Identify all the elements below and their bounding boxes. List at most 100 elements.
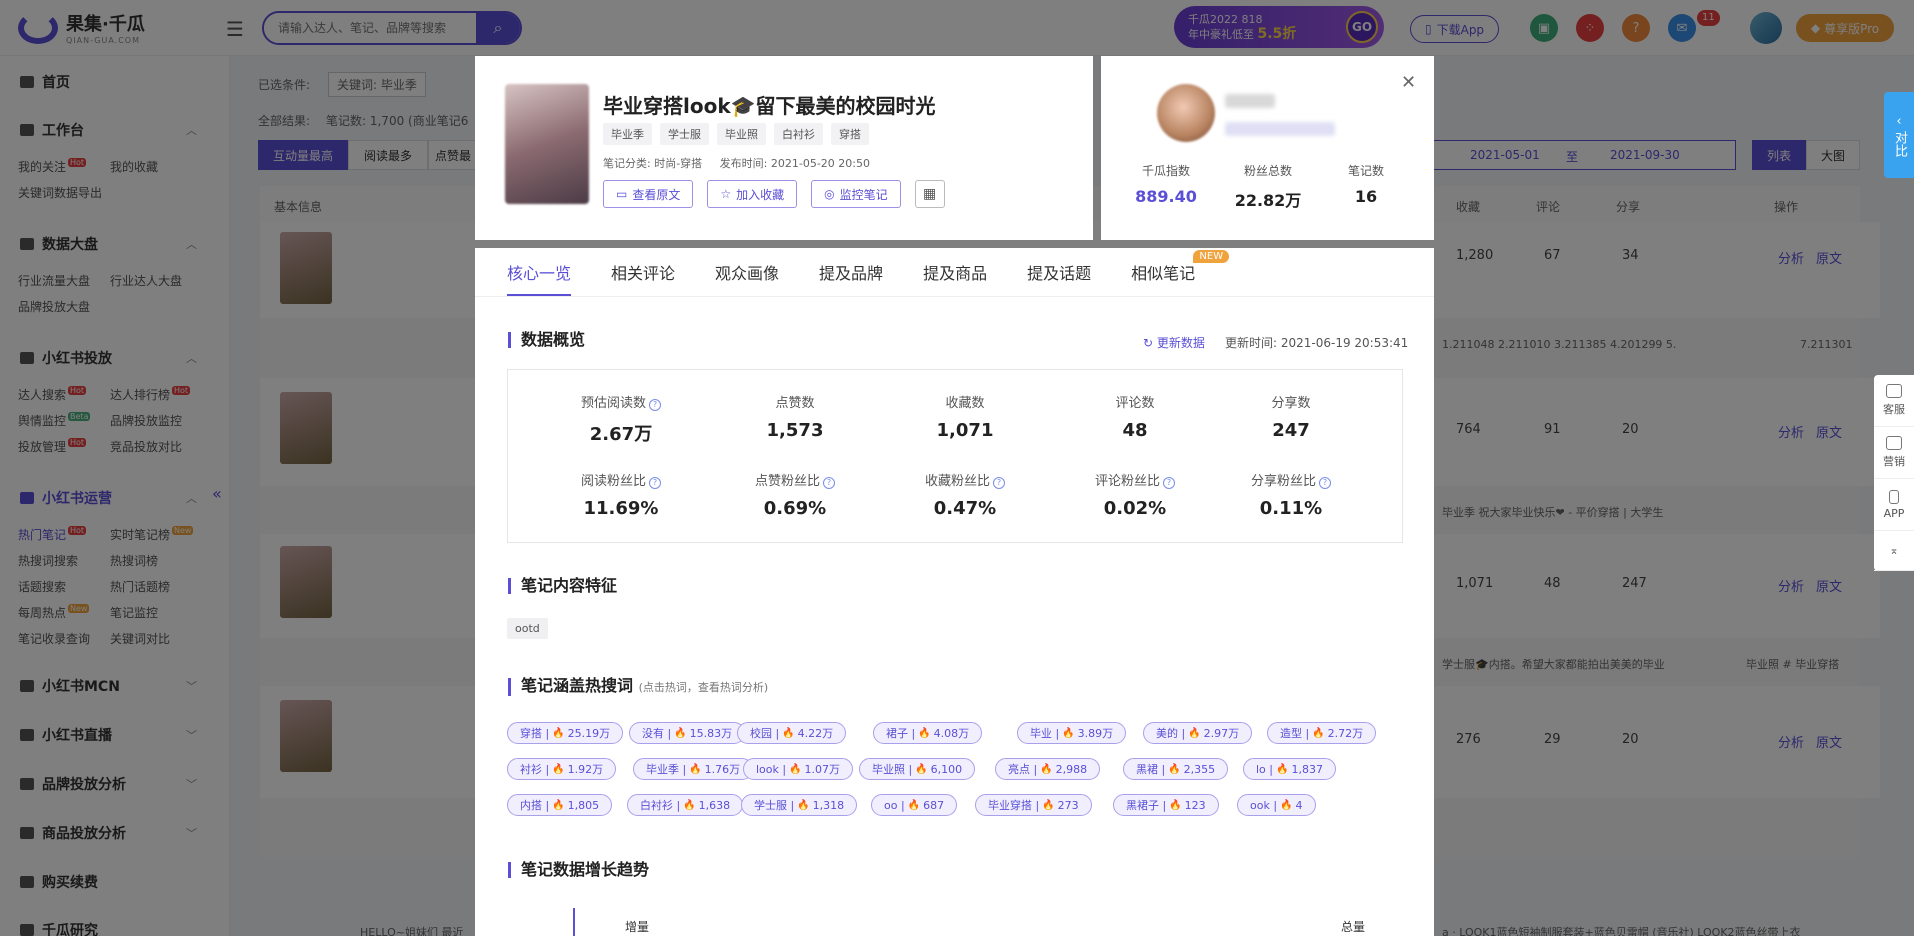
author-stat-value: 889.40 <box>1135 187 1197 206</box>
fire-icon: 🔥 <box>1042 799 1055 811</box>
keyword-chip[interactable]: 黑裙子 | 🔥 123 <box>1113 794 1219 816</box>
new-badge: NEW <box>1193 250 1230 263</box>
headset-icon <box>1886 384 1902 398</box>
keyword-chip[interactable]: look | 🔥 1.07万 <box>743 758 854 780</box>
fire-icon: 🔥 <box>907 799 921 811</box>
author-info-blurred <box>1225 122 1335 136</box>
keyword-chip[interactable]: 造型 | 🔥 2.72万 <box>1267 722 1377 744</box>
stat-collects: 收藏数 1,071 <box>936 396 994 441</box>
stat-est-reads: 预估阅读数? 2.67万 <box>566 392 676 446</box>
help-icon[interactable]: ? <box>993 477 1005 489</box>
marketing-button[interactable]: 营销 <box>1874 427 1914 479</box>
help-icon[interactable]: ? <box>1319 477 1331 489</box>
location-icon: ◎ <box>824 187 835 201</box>
tab-core-overview[interactable]: 核心一览 <box>507 248 572 296</box>
tab-similar-notes[interactable]: 相似笔记 NEW <box>1131 248 1230 296</box>
fire-icon: 🔥 <box>1169 799 1182 811</box>
features-title: 笔记内容特征 <box>508 578 617 594</box>
chart-icon <box>1886 436 1902 450</box>
help-icon[interactable]: ? <box>1163 477 1175 489</box>
refresh-data-button[interactable]: ↻ 更新数据 <box>1143 334 1205 351</box>
refresh-icon: ↻ <box>1143 336 1154 350</box>
keyword-chip[interactable]: 裙子 | 🔥 4.08万 <box>873 722 983 744</box>
keyword-chip[interactable]: 毕业穿搭 | 🔥 273 <box>975 794 1092 816</box>
keyword-chip[interactable]: 内搭 | 🔥 1,805 <box>507 794 613 816</box>
help-icon[interactable]: ? <box>649 399 661 411</box>
keywords-hint: (点击热词，查看热词分析) <box>638 681 769 694</box>
keyword-chip[interactable]: 毕业 | 🔥 3.89万 <box>1017 722 1127 744</box>
tab-mentioned-brands[interactable]: 提及品牌 <box>819 248 883 296</box>
author-stat-value: 16 <box>1354 187 1378 206</box>
author-avatar[interactable] <box>1157 84 1215 142</box>
stat-comments: 评论数 48 <box>1115 396 1155 441</box>
note-title: 毕业穿搭look🎓留下最美的校园时光 <box>603 94 936 118</box>
stat-shares: 分享数 247 <box>1271 396 1311 441</box>
stat-read-fan-ratio: 阅读粉丝比? 11.69% <box>566 470 676 519</box>
chart-axis <box>573 908 575 936</box>
chart-total-label: 总量 <box>1341 920 1366 934</box>
fire-icon: 🔥 <box>797 799 810 811</box>
note-publish-time: 发布时间: 2021-05-20 20:50 <box>719 157 870 170</box>
overview-stats: 预估阅读数? 2.67万 点赞数 1,573 收藏数 1,071 评论数 48 分享数 2… <box>507 369 1403 543</box>
feature-tag: ootd <box>507 618 548 639</box>
keyword-chip[interactable]: oo | 🔥 687 <box>871 794 958 816</box>
phone-icon <box>1889 489 1899 504</box>
tab-mentioned-topics[interactable]: 提及话题 <box>1027 248 1091 296</box>
view-original-button[interactable]: ▭ 查看原文 <box>603 180 694 208</box>
keyword-chip[interactable]: 校园 | 🔥 4.22万 <box>737 722 847 744</box>
note-tag: 学士服 <box>660 123 709 145</box>
keyword-chip[interactable]: 白衬衫 | 🔥 1,638 <box>627 794 744 816</box>
note-tags: 毕业季 学士服 毕业照 白衬衫 穿搭 <box>603 123 869 145</box>
right-toolbar: 客服 营销 APP ⌅ <box>1874 375 1914 571</box>
note-thumbnail[interactable] <box>505 84 589 204</box>
add-collect-button[interactable]: ☆ 加入收藏 <box>707 180 798 208</box>
keyword-chip[interactable]: ook | 🔥 4 <box>1237 794 1316 816</box>
fire-icon: 🔥 <box>1312 727 1325 739</box>
fire-icon: 🔥 <box>789 763 802 775</box>
tab-mentioned-products[interactable]: 提及商品 <box>923 248 987 296</box>
fire-icon: 🔥 <box>683 799 696 811</box>
note-detail-panel: 核心一览 相关评论 观众画像 提及品牌 提及商品 提及话题 相似笔记 NEW 数据… <box>475 248 1434 936</box>
fire-icon: 🔥 <box>552 763 565 775</box>
tabs-divider <box>475 296 1434 297</box>
qrcode-icon[interactable]: ▦ <box>914 180 945 208</box>
help-icon[interactable]: ? <box>823 477 835 489</box>
keyword-chip[interactable]: 毕业照 | 🔥 6,100 <box>859 758 976 780</box>
fire-icon: 🔥 <box>1280 799 1293 811</box>
keyword-chip[interactable]: 黑裙 | 🔥 2,355 <box>1123 758 1229 780</box>
tab-related-comments[interactable]: 相关评论 <box>611 248 675 296</box>
fire-icon: 🔥 <box>918 727 931 739</box>
note-category: 笔记分类: 时尚-穿搭 <box>603 157 703 170</box>
stat-comment-fan-ratio: 评论粉丝比? 0.02% <box>1080 470 1190 519</box>
author-name-blurred <box>1225 94 1275 108</box>
overview-title: 数据概览 <box>508 332 585 348</box>
keywords-title: 笔记涵盖热搜词 (点击热词，查看热词分析) <box>508 678 768 696</box>
chevron-left-icon: ‹ <box>1896 114 1902 129</box>
app-button[interactable]: APP <box>1874 479 1914 531</box>
keyword-chip[interactable]: lo | 🔥 1,837 <box>1243 758 1336 780</box>
stat-like-fan-ratio: 点赞粉丝比? 0.69% <box>740 470 850 519</box>
keyword-chip[interactable]: 毕业季 | 🔥 1.76万 <box>633 758 754 780</box>
fire-icon: 🔥 <box>1188 727 1201 739</box>
back-to-top-button[interactable]: ⌅ <box>1874 531 1914 571</box>
fire-icon: 🔥 <box>782 727 795 739</box>
note-tag: 毕业照 <box>717 123 766 145</box>
keyword-chip[interactable]: 穿搭 | 🔥 25.19万 <box>507 722 624 744</box>
fire-icon: 🔥 <box>674 727 687 739</box>
monitor-note-button[interactable]: ◎ 监控笔记 <box>811 180 901 208</box>
arrow-up-icon: ⌅ <box>1889 544 1899 557</box>
fire-icon: 🔥 <box>1168 763 1181 775</box>
chart-increment-label: 增量 <box>625 920 650 934</box>
close-icon[interactable]: ✕ <box>1401 72 1416 93</box>
keyword-chip[interactable]: 亮点 | 🔥 2,988 <box>995 758 1101 780</box>
keyword-chip[interactable]: 学士服 | 🔥 1,318 <box>741 794 858 816</box>
fire-icon: 🔥 <box>1276 763 1289 775</box>
customer-service-button[interactable]: 客服 <box>1874 375 1914 427</box>
keyword-chip[interactable]: 衬衫 | 🔥 1.92万 <box>507 758 617 780</box>
help-icon[interactable]: ? <box>649 477 661 489</box>
keyword-chip[interactable]: 没有 | 🔥 15.83万 <box>629 722 746 744</box>
keyword-chip[interactable]: 美的 | 🔥 2.97万 <box>1143 722 1253 744</box>
fire-icon: 🔥 <box>1062 727 1075 739</box>
compare-float-button[interactable]: ‹ 对比 <box>1884 92 1914 178</box>
tab-audience-profile[interactable]: 观众画像 <box>715 248 779 296</box>
